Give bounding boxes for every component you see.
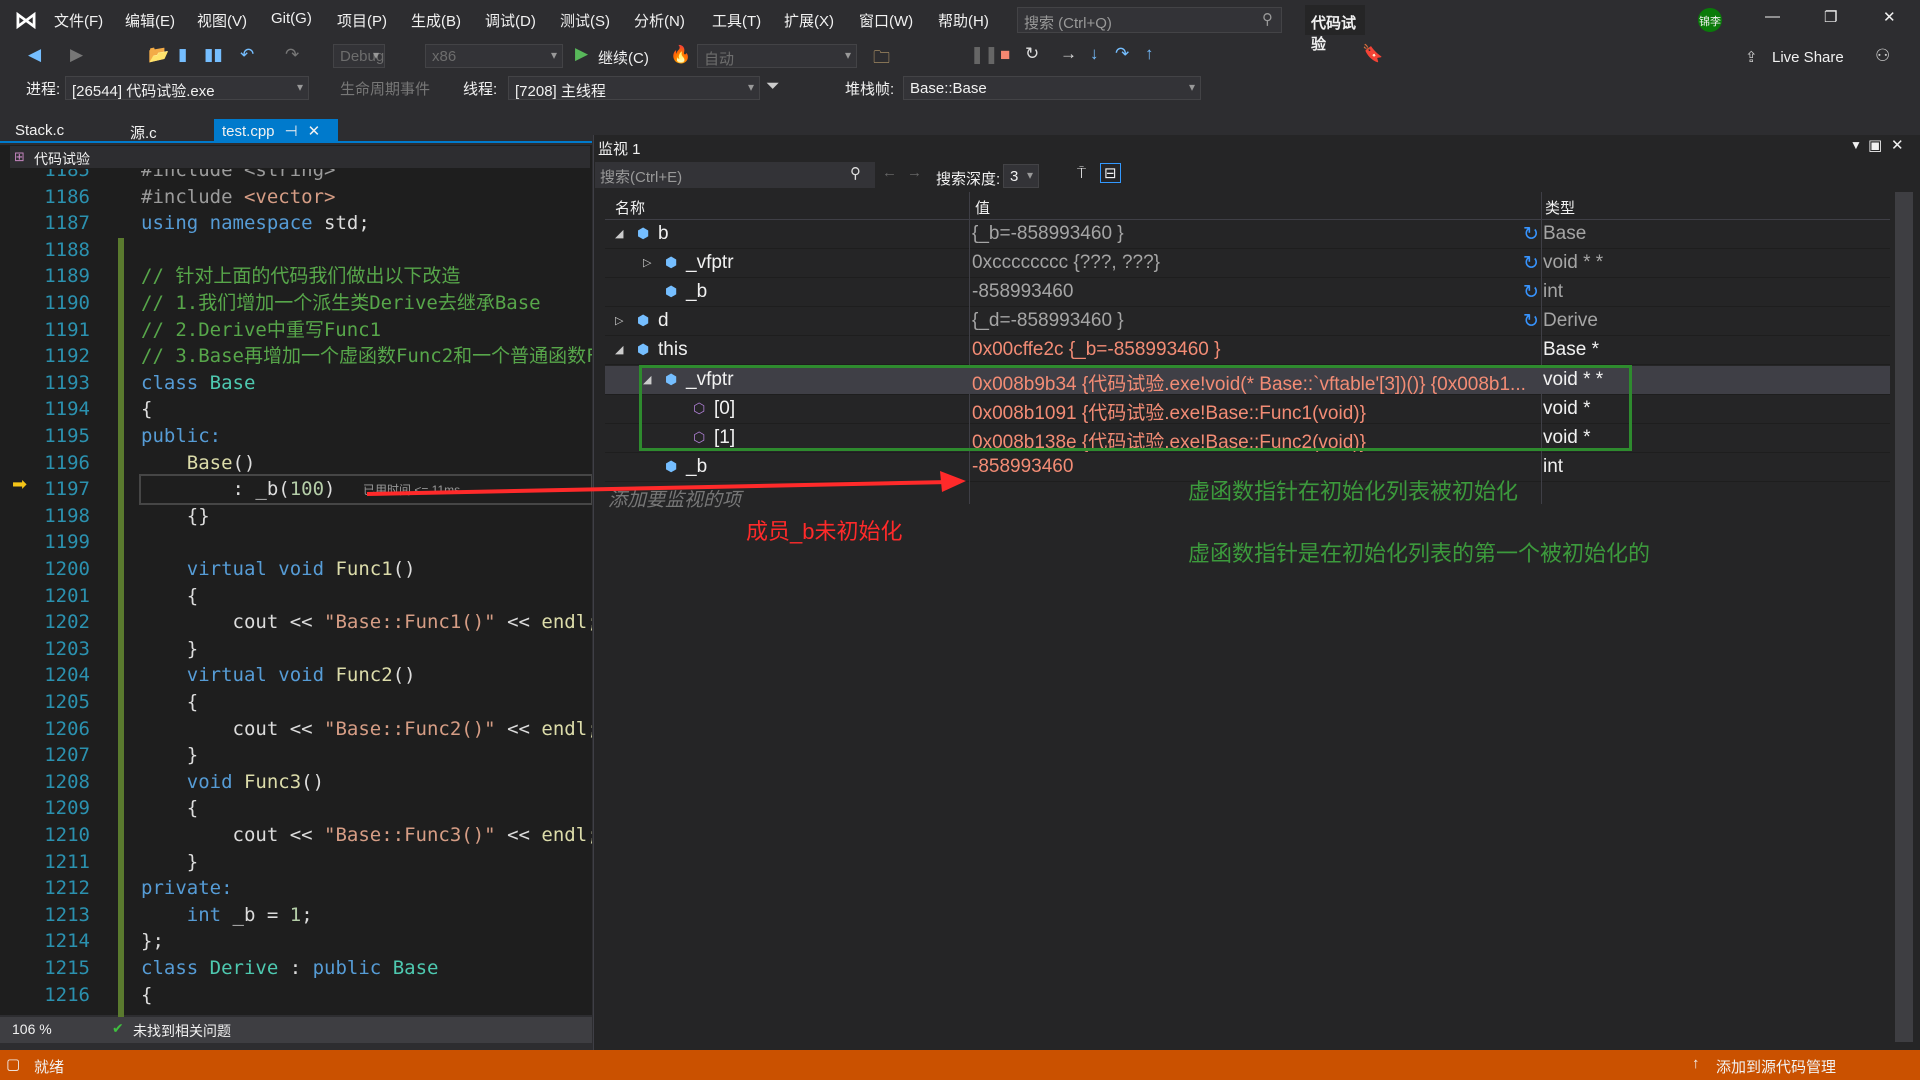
annotation-vfptr-init: 虚函数指针在初始化列表被初始化 <box>1188 479 1519 504</box>
annotation-vfptr-first: 虚函数指针是在初始化列表的第一个被初始化的 <box>1188 541 1651 566</box>
status-text: 就绪 <box>34 1059 65 1076</box>
ready-icon: ▢ <box>6 1056 21 1073</box>
annotation-uninitialized: 成员_b未初始化 <box>746 519 903 544</box>
upload-icon[interactable]: ↑ <box>1692 1055 1700 1072</box>
status-bar: ▢ 就绪 ↑ 添加到源代码管理 <box>0 1050 1920 1080</box>
add-source-control-button[interactable]: 添加到源代码管理 <box>1716 1056 1836 1077</box>
